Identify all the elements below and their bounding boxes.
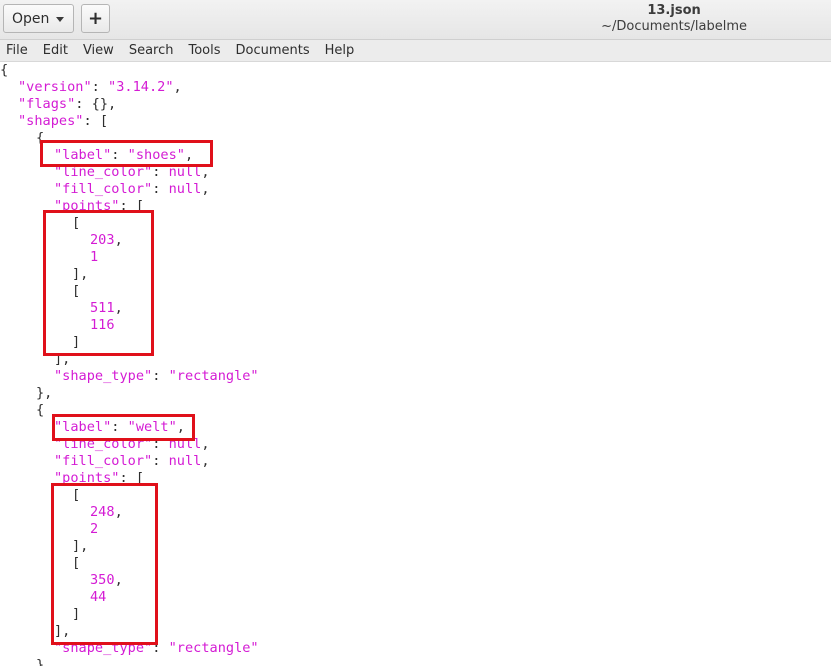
- code-line: },: [36, 385, 53, 401]
- plus-icon: +: [87, 8, 104, 29]
- json-key: "shapes": [18, 113, 84, 129]
- json-key: "version": [18, 79, 92, 95]
- menu-view[interactable]: View: [77, 43, 123, 58]
- highlight-box-label-shoes: [40, 140, 213, 167]
- menu-file[interactable]: File: [0, 43, 37, 58]
- json-key: "fill_color": [54, 181, 153, 197]
- code-line: {: [0, 62, 9, 78]
- json-key: "shape_type": [54, 368, 153, 384]
- open-button-label: Open: [12, 10, 50, 27]
- code-line: "shapes": [: [18, 113, 109, 129]
- code-line: "shape_type": "rectangle": [54, 368, 259, 384]
- json-value: "rectangle": [168, 368, 259, 384]
- highlight-box-points-shoes: [43, 210, 154, 356]
- code-line: "flags": {},: [18, 96, 117, 112]
- new-tab-button[interactable]: +: [81, 4, 110, 33]
- json-key: "flags": [18, 96, 76, 112]
- menu-search[interactable]: Search: [123, 43, 183, 58]
- highlight-box-label-welt: [52, 414, 195, 441]
- highlight-box-points-welt: [51, 483, 158, 645]
- json-key: "fill_color": [54, 453, 153, 469]
- menu-help[interactable]: Help: [319, 43, 364, 58]
- document-path: ~/Documents/labelme: [601, 19, 747, 34]
- json-value: {}: [91, 96, 109, 112]
- json-value: "3.14.2": [108, 79, 174, 95]
- menu-documents[interactable]: Documents: [230, 43, 319, 58]
- title-bar: Open + 13.json ~/Documents/labelme: [0, 0, 831, 40]
- open-button[interactable]: Open: [3, 4, 74, 33]
- code-line: {: [36, 402, 45, 418]
- json-value: "rectangle": [168, 640, 259, 656]
- menu-bar: File Edit View Search Tools Documents He…: [0, 40, 831, 62]
- text-editor[interactable]: { "version": "3.14.2", "flags": {}, "sha…: [0, 62, 831, 666]
- document-name: 13.json: [647, 3, 701, 18]
- menu-edit[interactable]: Edit: [37, 43, 77, 58]
- code-line: "fill_color": null,: [54, 453, 210, 469]
- menu-tools[interactable]: Tools: [182, 43, 229, 58]
- code-line: }: [36, 657, 45, 666]
- code-line: "version": "3.14.2",: [18, 79, 182, 95]
- window-title: 13.json ~/Documents/labelme: [601, 3, 747, 35]
- json-value: null: [168, 453, 202, 469]
- json-value: null: [168, 181, 202, 197]
- code-line: "fill_color": null,: [54, 181, 210, 197]
- chevron-down-icon[interactable]: [56, 17, 64, 22]
